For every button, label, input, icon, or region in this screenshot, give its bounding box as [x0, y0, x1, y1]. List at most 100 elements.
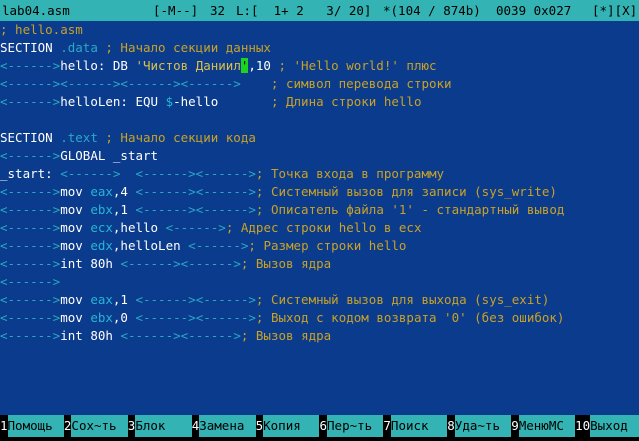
- code-token: <------><------>: [120, 328, 241, 343]
- fkey-label: Помощь: [7, 415, 64, 437]
- char-code: 0039 0x027: [496, 3, 572, 18]
- code-token: ebx: [90, 310, 113, 325]
- code-line[interactable]: <------><------><------><------> ; симво…: [0, 75, 639, 93]
- fkey-label: Уда~ть: [454, 415, 512, 437]
- code-token: mov: [60, 292, 91, 307]
- code-token: SECTION: [0, 40, 53, 55]
- code-token: _start:: [0, 166, 61, 181]
- code-token: <------> <------><------>: [60, 166, 256, 181]
- code-token: ; Размер строки hello: [248, 238, 407, 253]
- fkey-1[interactable]: 1Помощь: [0, 415, 64, 437]
- column-number: 32: [210, 3, 226, 18]
- code-token: <------><------>: [135, 184, 256, 199]
- code-token: ecx: [90, 220, 113, 235]
- code-token: ; Вызов ядра: [240, 256, 332, 271]
- fkey-3[interactable]: 3Блок: [127, 415, 192, 437]
- code-token: ; Начало секции кода: [97, 130, 256, 145]
- code-line[interactable]: SECTION .text ; Начало секции кода: [0, 129, 639, 147]
- code-token: <------>: [0, 202, 61, 217]
- code-token: ; символ перевода строки: [240, 76, 452, 91]
- fkey-number: 7: [383, 418, 391, 433]
- code-line[interactable]: <------>mov eax,4 <------><------>; Сист…: [0, 183, 639, 201]
- code-line[interactable]: <------>mov ebx,1 <------><------>; Опис…: [0, 201, 639, 219]
- code-token: ; 'Hello world!' плюс: [270, 58, 437, 73]
- code-token: <------>: [0, 148, 61, 163]
- code-token: mov: [60, 184, 91, 199]
- code-token: ; Точка входа в программу: [255, 166, 445, 181]
- code-token: ; Выход с кодом возврата '0' (без ошибок…: [255, 310, 565, 325]
- code-token: <------><------>: [135, 310, 256, 325]
- code-line[interactable]: <------>helloLen: EQU $-hello ; Длина ст…: [0, 93, 639, 111]
- fkey-10[interactable]: 10Выход: [575, 415, 639, 437]
- code-line[interactable]: <------>int 80h <------><------>; Вызов …: [0, 255, 639, 273]
- fkey-label: Сох~ть: [71, 415, 128, 437]
- code-token: ; Описатель файла '1' - стандартный выво…: [255, 202, 565, 217]
- code-line[interactable]: <------>int 80h <------><------>; Вызов …: [0, 327, 639, 345]
- code-line[interactable]: <------>: [0, 273, 639, 291]
- code-token: ,10: [248, 58, 271, 73]
- code-token: .data: [52, 40, 98, 55]
- code-token: GLOBAL _start: [60, 148, 159, 163]
- fkey-number: 2: [63, 418, 72, 433]
- code-token: eax: [90, 184, 113, 199]
- fkey-8[interactable]: 8Уда~ть: [447, 415, 512, 437]
- code-token: <------>: [0, 328, 61, 343]
- code-token: <------>: [165, 220, 226, 235]
- code-line[interactable]: <------>mov ecx,hello <------>; Адрес ст…: [0, 219, 639, 237]
- code-token: ; hello.asm: [0, 22, 83, 37]
- fkey-4[interactable]: 4Замена: [191, 415, 256, 437]
- code-line[interactable]: <------>hello: DB 'Чистов Даниил',10 ; '…: [0, 57, 639, 75]
- line-info: L:[ 1+ 2 3/ 20]: [236, 3, 372, 18]
- code-line[interactable]: SECTION .data ; Начало секции данных: [0, 39, 639, 57]
- code-token: mov: [60, 202, 91, 217]
- code-token: <------>: [0, 58, 61, 73]
- code-token: ,4: [112, 184, 136, 199]
- code-line[interactable]: <------>mov eax,1 <------><------>; Сист…: [0, 291, 639, 309]
- code-token: ; Системный вызов для выхода (sys_exit): [255, 292, 550, 307]
- bottom-border: [0, 437, 639, 441]
- code-token: ,1: [112, 202, 136, 217]
- code-token: int 80h: [60, 328, 121, 343]
- code-token: ,helloLen: [112, 238, 189, 253]
- fkey-label: Поиск: [390, 415, 448, 437]
- fkey-9[interactable]: 9МенюMC: [511, 415, 576, 437]
- code-token: ,1: [112, 292, 136, 307]
- code-token: <------>: [0, 292, 61, 307]
- code-token: $: [165, 94, 174, 109]
- byte-info: *(104 / 874b): [383, 3, 481, 18]
- code-token: ,hello: [112, 220, 166, 235]
- editor-status-bar: lab04.asm [-M--] 32 L:[ 1+ 2 3/ 20] *(10…: [0, 0, 639, 21]
- code-token: eax: [90, 292, 113, 307]
- code-line[interactable]: <------>GLOBAL _start: [0, 147, 639, 165]
- code-token: <------>: [0, 274, 61, 289]
- code-token: <------><------>: [135, 292, 256, 307]
- code-editor[interactable]: ; hello.asm SECTION .data ; Начало секции…: [0, 21, 639, 415]
- window-flags[interactable]: [*][X]: [592, 0, 637, 21]
- code-line[interactable]: <------>mov ebx,0 <------><------>; Выхо…: [0, 309, 639, 327]
- code-token: ; Длина строки hello: [270, 94, 422, 109]
- code-line[interactable]: [0, 111, 639, 129]
- code-line[interactable]: _start: <------> <------><------>; Точка…: [0, 165, 639, 183]
- code-token: ; Начало секции данных: [97, 40, 271, 55]
- code-token: <------>: [0, 184, 61, 199]
- code-token: <------>: [0, 94, 61, 109]
- fkey-2[interactable]: 2Сох~ть: [63, 415, 128, 437]
- fkey-number: 1: [0, 418, 8, 433]
- fkey-label: Пер~ть: [327, 415, 384, 437]
- fkey-5[interactable]: 5Копия: [255, 415, 320, 437]
- code-token: -hello: [173, 94, 271, 109]
- code-token: mov: [60, 310, 91, 325]
- code-line[interactable]: ; hello.asm: [0, 21, 639, 39]
- code-token: <------><------>: [135, 202, 256, 217]
- code-token: ,0: [112, 310, 136, 325]
- code-line[interactable]: <------>mov edx,helloLen <------>; Разме…: [0, 237, 639, 255]
- fkey-label: МенюMC: [518, 415, 576, 437]
- code-token: edx: [90, 238, 113, 253]
- code-token: mov: [60, 220, 91, 235]
- fkey-6[interactable]: 6Пер~ть: [319, 415, 384, 437]
- fkey-number: 5: [255, 418, 264, 433]
- filename: lab04.asm: [2, 3, 70, 18]
- fkey-number: 8: [447, 418, 455, 433]
- code-token: <------>: [188, 238, 249, 253]
- fkey-7[interactable]: 7Поиск: [383, 415, 448, 437]
